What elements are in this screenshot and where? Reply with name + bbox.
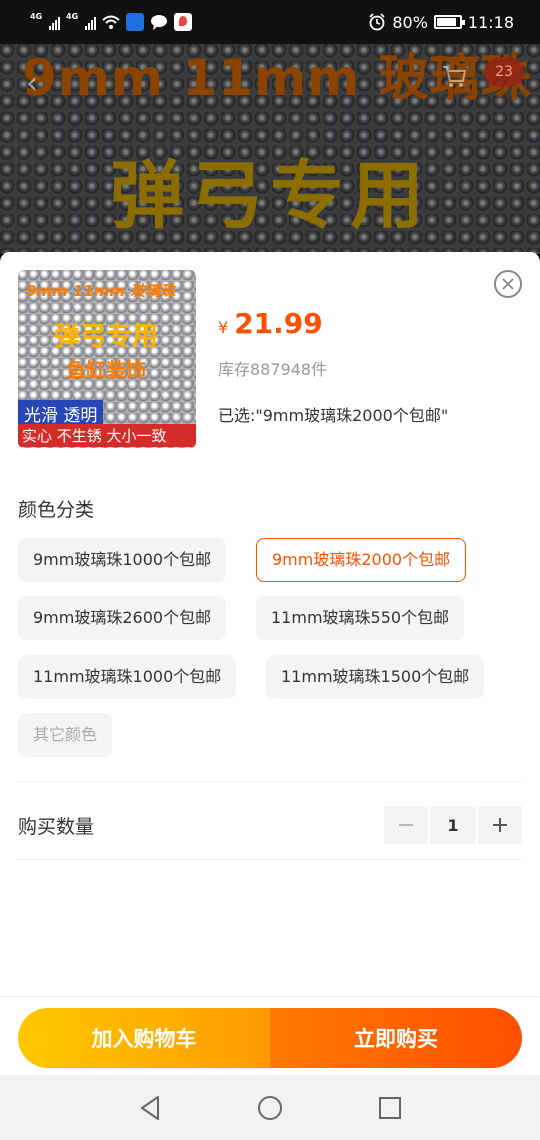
plus-icon: [493, 818, 507, 832]
color-option-disabled[interactable]: 其它颜色: [18, 713, 113, 757]
battery-percent: 80%: [392, 12, 428, 32]
navigation-bar: [0, 1075, 540, 1140]
alarm-icon: [369, 13, 385, 31]
color-option[interactable]: 11mm玻璃珠1500个包邮: [266, 655, 485, 699]
nav-recents-icon[interactable]: [375, 1093, 405, 1123]
color-option[interactable]: 9mm玻璃珠1000个包邮: [18, 538, 227, 582]
color-option[interactable]: 11mm玻璃珠550个包邮: [256, 596, 465, 640]
purchase-actions: 加入购物车 立即购买: [18, 1008, 522, 1068]
back-icon[interactable]: ‹: [26, 66, 38, 101]
signal-icon: 4G: [66, 12, 96, 32]
quantity-value[interactable]: 1: [430, 806, 476, 844]
background-product-image: 9mm 11mm 玻璃珠 弹弓专用 ‹ 23: [0, 44, 540, 254]
nav-back-icon[interactable]: [136, 1093, 166, 1123]
close-icon: [502, 278, 514, 290]
signal-icon: 4G: [30, 12, 60, 32]
close-button[interactable]: [494, 270, 522, 298]
shield-app-icon: [126, 13, 144, 31]
divider: [0, 996, 540, 997]
cart-icon[interactable]: [440, 62, 468, 90]
thumbnail-text: 鱼缸装饰: [66, 358, 146, 382]
thumbnail-text: 光滑 透明: [18, 400, 104, 427]
buy-now-button[interactable]: 立即购买: [270, 1008, 522, 1068]
selected-variant-text: 已选:"9mm玻璃珠2000个包邮": [218, 406, 449, 425]
quantity-label: 购买数量: [18, 816, 95, 838]
quantity-stepper: 1: [384, 806, 522, 844]
currency-symbol: ¥: [218, 318, 229, 337]
add-to-cart-button[interactable]: 加入购物车: [18, 1008, 270, 1068]
divider: [18, 859, 522, 860]
cart-count-badge: 23: [484, 57, 524, 87]
network-type-label: 4G: [30, 12, 43, 21]
divider: [18, 781, 522, 782]
color-option[interactable]: 11mm玻璃珠1000个包邮: [18, 655, 237, 699]
stock-count: 库存887948件: [218, 360, 328, 379]
price-value: 21.99: [234, 307, 323, 340]
status-bar: 4G 4G 80% 11:18: [0, 0, 540, 44]
chat-icon: [151, 15, 167, 30]
thumbnail-text: 弹弓专用: [54, 322, 159, 352]
decrease-button[interactable]: [384, 806, 428, 844]
increase-button[interactable]: [478, 806, 522, 844]
nav-home-icon[interactable]: [255, 1093, 285, 1123]
wifi-icon: [102, 15, 120, 29]
clock: 11:18: [467, 12, 514, 32]
price: ¥21.99: [218, 307, 323, 340]
product-thumbnail[interactable]: 9mm 11mm 玻璃珠 弹弓专用 鱼缸装饰 光滑 透明 实心 不生锈 大小一致: [18, 270, 196, 448]
background-image-subtitle: 弹弓专用: [110, 153, 430, 239]
color-section-title: 颜色分类: [18, 499, 95, 521]
network-type-label: 4G: [66, 12, 79, 21]
minus-icon: [399, 824, 413, 826]
color-option[interactable]: 9mm玻璃珠2600个包邮: [18, 596, 227, 640]
thumbnail-text: 实心 不生锈 大小一致: [18, 424, 196, 447]
map-app-icon: [174, 13, 192, 31]
sku-selector-sheet: 9mm 11mm 玻璃珠 弹弓专用 鱼缸装饰 光滑 透明 实心 不生锈 大小一致…: [0, 252, 540, 1075]
color-option-selected[interactable]: 9mm玻璃珠2000个包邮: [256, 538, 467, 582]
battery-icon: [433, 15, 465, 29]
thumbnail-text: 9mm 11mm 玻璃珠: [26, 282, 176, 300]
